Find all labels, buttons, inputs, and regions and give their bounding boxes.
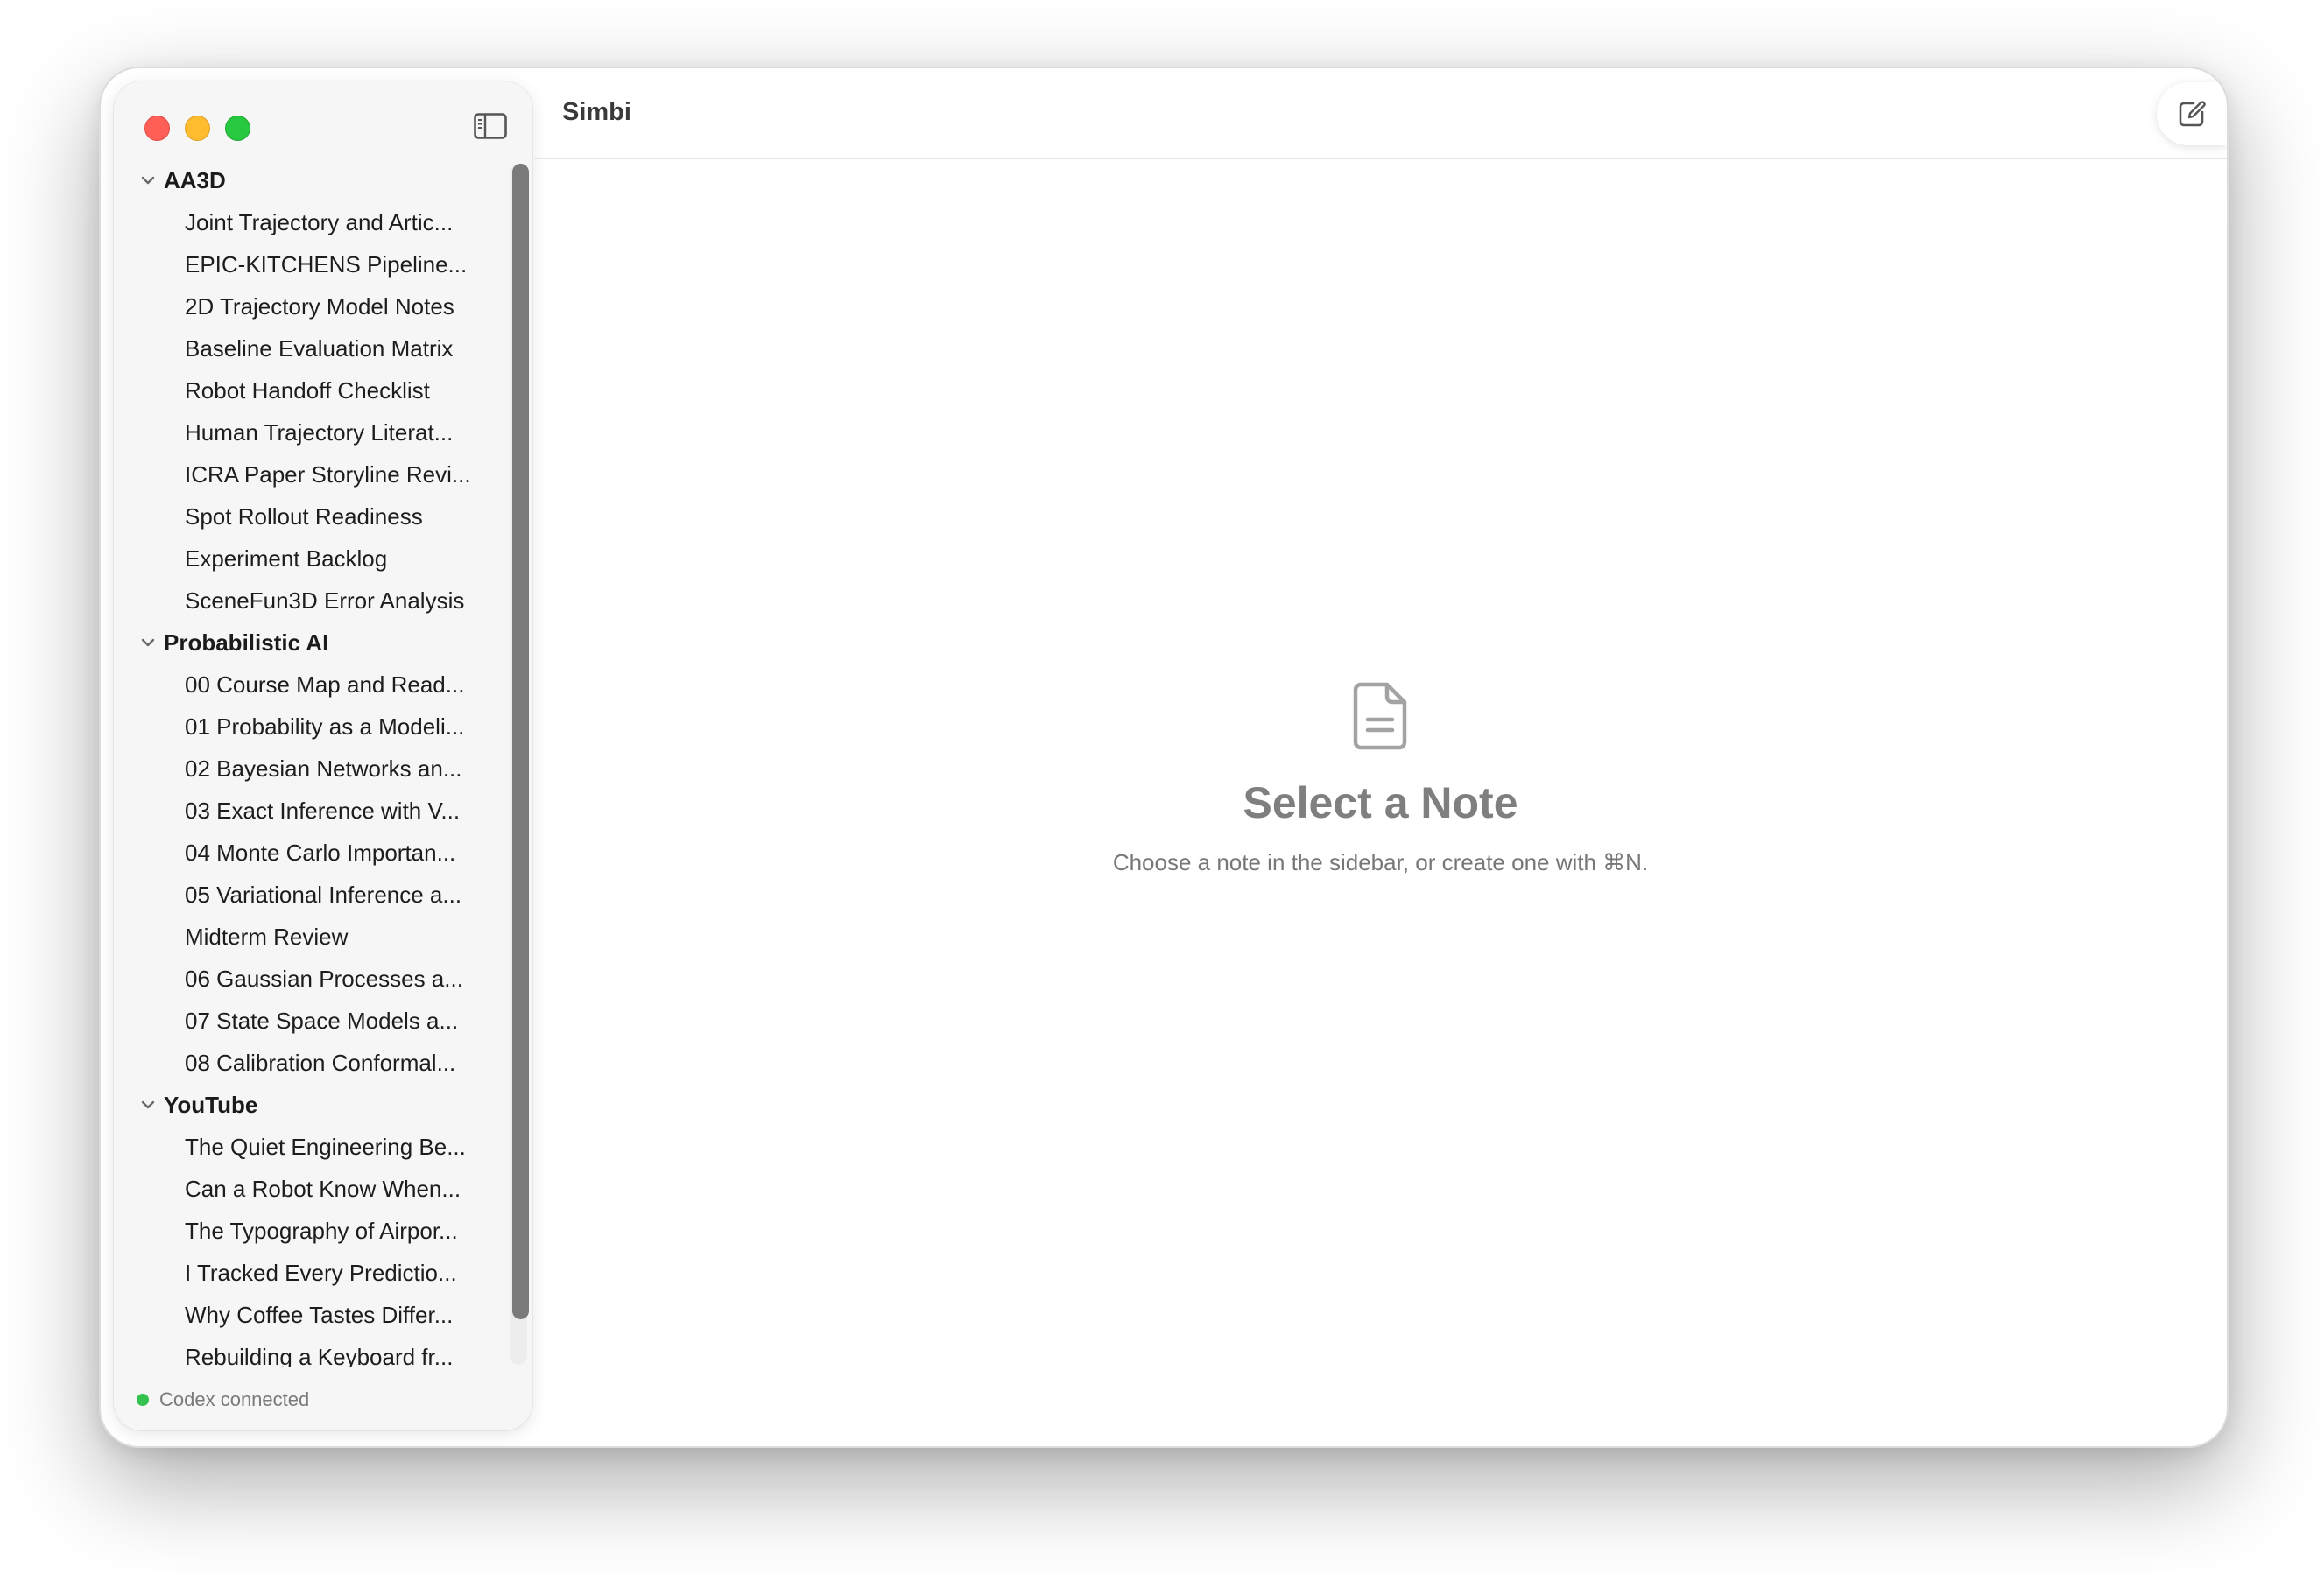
note-item[interactable]: Experiment Backlog [114,538,504,580]
note-item[interactable]: Why Coffee Tastes Differ... [114,1294,504,1336]
empty-state: Select a Note Choose a note in the sideb… [534,681,2227,876]
scrollbar-thumb[interactable] [512,164,529,1319]
note-title: 03 Exact Inference with V... [185,797,461,824]
status-dot-icon [137,1394,149,1406]
note-title: Why Coffee Tastes Differ... [185,1301,454,1328]
note-title: 04 Monte Carlo Importan... [185,839,456,866]
note-item[interactable]: 04 Monte Carlo Importan... [114,832,504,874]
note-title: ICRA Paper Storyline Revi... [185,460,471,488]
note-title: EPIC-KITCHENS Pipeline... [185,250,468,278]
note-title: Midterm Review [185,923,349,950]
note-title: 00 Course Map and Read... [185,671,465,698]
sidebar-toggle-icon [474,113,507,139]
note-title: 02 Bayesian Networks an... [185,755,462,782]
sidebar-scrollbar[interactable] [510,164,529,1365]
note-title: Can a Robot Know When... [185,1175,461,1202]
note-title: I Tracked Every Predictio... [185,1259,457,1286]
note-item[interactable]: SceneFun3D Error Analysis [114,580,504,622]
app-window: AA3D Joint Trajectory and Artic... EPIC-KI… [99,67,2229,1448]
connection-status: Codex connected [137,1388,309,1411]
note-item[interactable]: 03 Exact Inference with V... [114,790,504,832]
sidebar: AA3D Joint Trajectory and Artic... EPIC-KI… [114,81,532,1430]
group-label: YouTube [164,1091,258,1118]
note-item[interactable]: Baseline Evaluation Matrix [114,327,504,369]
note-title: 01 Probability as a Modeli... [185,713,465,740]
note-title: 06 Gaussian Processes a... [185,965,463,992]
note-title: Experiment Backlog [185,545,388,572]
close-window-button[interactable] [144,116,170,141]
note-title: 07 State Space Models a... [185,1007,459,1034]
group-header[interactable]: Probabilistic AI [114,622,504,664]
document-icon [1353,682,1406,750]
note-item[interactable]: 2D Trajectory Model Notes [114,285,504,327]
note-title: 08 Calibration Conformal... [185,1049,456,1076]
group-label: AA3D [164,166,226,193]
note-title: SceneFun3D Error Analysis [185,587,465,614]
empty-state-title: Select a Note [1243,778,1518,827]
note-title: Rebuilding a Keyboard fr... [185,1343,454,1368]
note-item[interactable]: ICRA Paper Storyline Revi... [114,453,504,495]
note-title: Baseline Evaluation Matrix [185,334,454,362]
note-title: Joint Trajectory and Artic... [185,208,454,235]
note-item[interactable]: 05 Variational Inference a... [114,874,504,916]
note-item[interactable]: Rebuilding a Keyboard fr... [114,1336,504,1368]
minimize-window-button[interactable] [185,116,210,141]
sidebar-toggle-button[interactable] [474,113,507,139]
note-title: 05 Variational Inference a... [185,881,462,908]
note-item[interactable]: Can a Robot Know When... [114,1168,504,1210]
note-item[interactable]: Joint Trajectory and Artic... [114,201,504,243]
group-header[interactable]: YouTube [114,1084,504,1126]
note-title: The Typography of Airpor... [185,1217,458,1244]
note-item[interactable]: EPIC-KITCHENS Pipeline... [114,243,504,285]
note-item[interactable]: 06 Gaussian Processes a... [114,958,504,1000]
note-title: Spot Rollout Readiness [185,502,423,530]
note-item[interactable]: The Typography of Airpor... [114,1210,504,1252]
group-label: Probabilistic AI [164,629,329,656]
note-item[interactable]: 08 Calibration Conformal... [114,1042,504,1084]
zoom-window-button[interactable] [225,116,250,141]
note-item[interactable]: I Tracked Every Predictio... [114,1252,504,1294]
note-title: Human Trajectory Literat... [185,418,454,446]
chevron-down-icon [141,176,155,185]
window-title: Simbi [562,98,631,126]
note-item[interactable]: 01 Probability as a Modeli... [114,706,504,748]
note-item[interactable]: Robot Handoff Checklist [114,369,504,411]
note-title: Robot Handoff Checklist [185,376,430,404]
note-item[interactable]: 00 Course Map and Read... [114,664,504,706]
note-item[interactable]: The Quiet Engineering Be... [114,1126,504,1168]
titlebar: Simbi [534,68,2227,159]
note-title: 2D Trajectory Model Notes [185,292,454,320]
group-header[interactable]: AA3D [114,159,504,201]
note-item[interactable]: 07 State Space Models a... [114,1000,504,1042]
status-text: Codex connected [159,1388,310,1410]
note-item[interactable]: Midterm Review [114,916,504,958]
chevron-down-icon [141,1100,155,1109]
empty-state-subtitle: Choose a note in the sidebar, or create … [1112,849,1649,875]
new-note-button[interactable] [2157,82,2227,145]
note-item[interactable]: 02 Bayesian Networks an... [114,748,504,790]
compose-icon [2179,101,2206,127]
note-title: The Quiet Engineering Be... [185,1133,466,1160]
chevron-down-icon [141,638,155,647]
note-tree: AA3D Joint Trajectory and Artic... EPIC-KI… [114,159,504,1367]
note-item[interactable]: Spot Rollout Readiness [114,495,504,538]
note-item[interactable]: Human Trajectory Literat... [114,411,504,453]
